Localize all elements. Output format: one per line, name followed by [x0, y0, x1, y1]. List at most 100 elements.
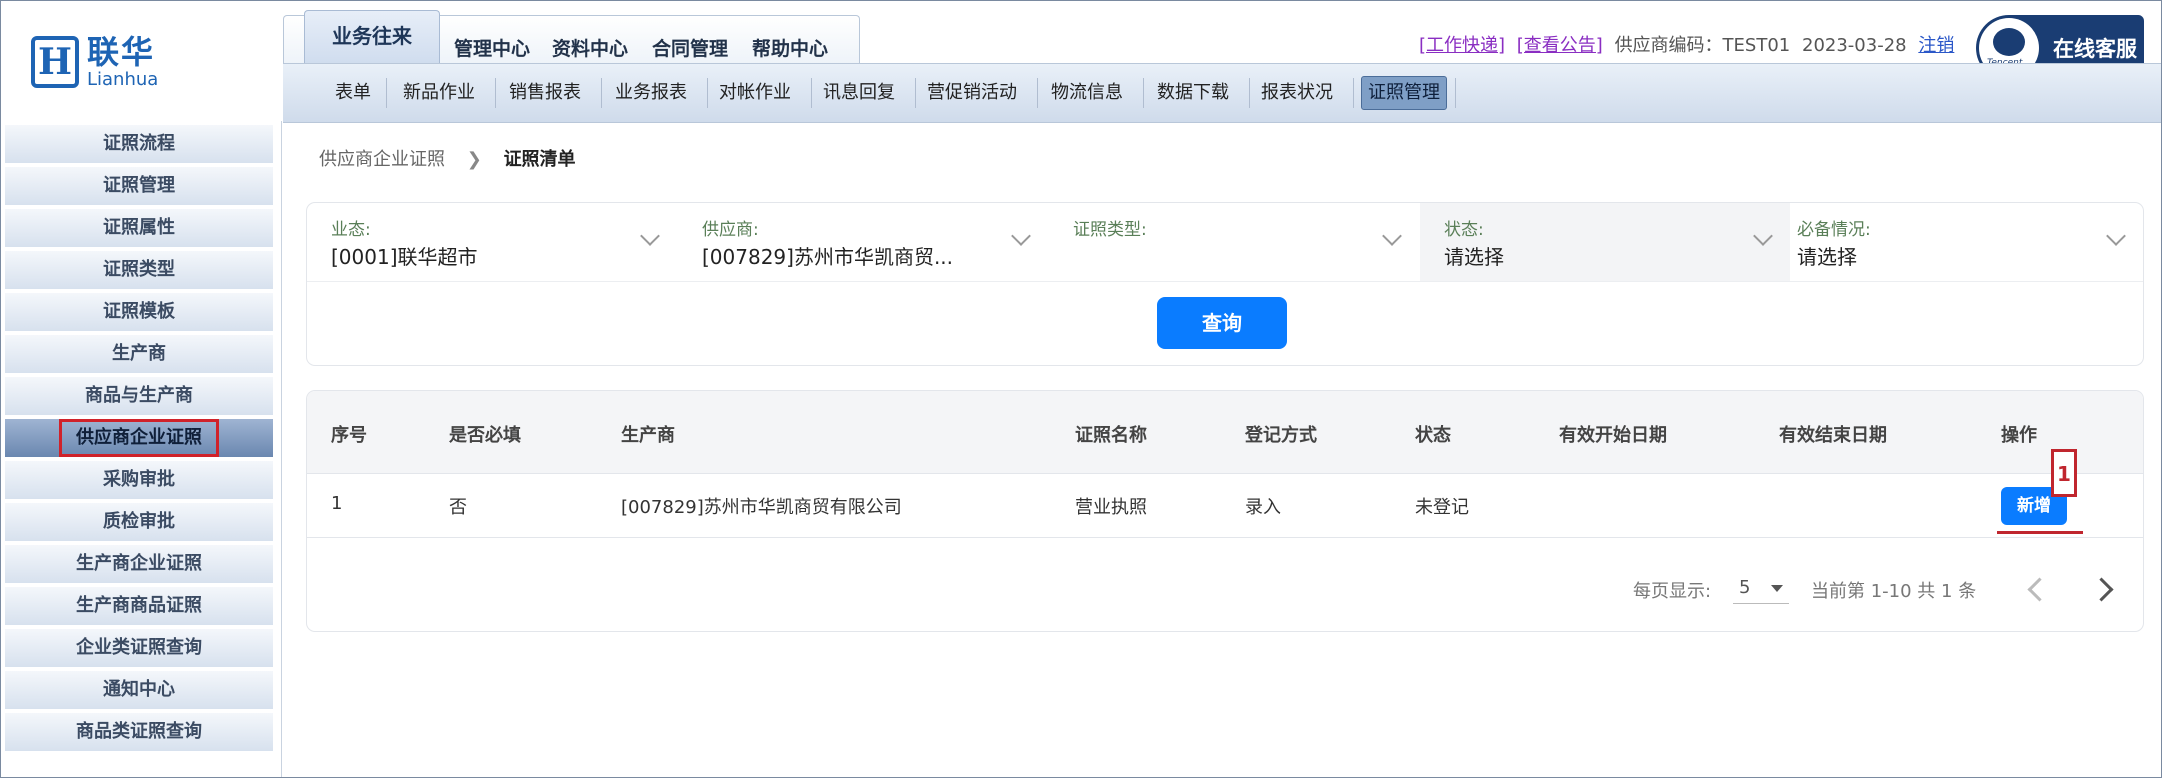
subnav-divider — [386, 78, 387, 108]
supplier-select[interactable]: 供应商: [007829]苏州市华凯商贸... — [678, 203, 1048, 281]
chevron-left-icon[interactable] — [2027, 577, 2052, 602]
subnav-logistics[interactable]: 物流信息 — [1051, 64, 1123, 122]
cell-required: 否 — [449, 497, 467, 518]
tab-business[interactable]: 业务往来 — [304, 10, 440, 65]
subnav-report-status[interactable]: 报表状况 — [1261, 64, 1333, 122]
table-row: 1 否 [007829]苏州市华凯商贸有限公司 营业执照 录入 未登记 新增 — [307, 473, 2143, 538]
view-notice-link[interactable]: [查看公告] — [1517, 35, 1603, 56]
subnav-divider — [601, 78, 602, 108]
subnav-license-management[interactable]: 证照管理 — [1361, 76, 1447, 110]
col-header-action: 操作 — [2001, 425, 2037, 446]
status-select[interactable]: 状态: 请选择 — [1420, 203, 1790, 281]
subnav-divider — [495, 78, 496, 108]
sidebar-item-manufacturer-licenses[interactable]: 生产商企业证照 — [5, 545, 273, 585]
tab-help[interactable]: 帮助中心 — [752, 34, 828, 61]
sidebar-item-enterprise-license-query[interactable]: 企业类证照查询 — [5, 629, 273, 669]
main-tabs: 业务往来 管理中心 资料中心 合同管理 帮助中心 — [283, 10, 860, 65]
chevron-down-icon — [1382, 226, 1402, 246]
field-value: [0001]联华超市 — [331, 245, 478, 269]
cell-license-name: 营业执照 — [1075, 497, 1147, 518]
cell-manufacturer: [007829]苏州市华凯商贸有限公司 — [621, 497, 902, 518]
cell-method: 录入 — [1245, 497, 1281, 518]
sidebar-item-license-flow[interactable]: 证照流程 — [5, 125, 273, 165]
subnav-divider — [1353, 78, 1354, 108]
field-label: 供应商: — [702, 220, 759, 240]
per-page-label: 每页显示: — [1633, 581, 1712, 602]
cell-status: 未登记 — [1415, 497, 1469, 518]
table-header: 序号 是否必填 生产商 证照名称 登记方式 状态 有效开始日期 有效结束日期 操… — [307, 391, 2143, 474]
required-status-select[interactable]: 必备情况: 请选择 — [1773, 203, 2143, 281]
chevron-right-icon[interactable] — [2089, 577, 2114, 602]
license-type-select[interactable]: 证照类型: — [1049, 203, 1419, 281]
sidebar-item-license-types[interactable]: 证照类型 — [5, 251, 273, 291]
sidebar-item-purchase-approval[interactable]: 采购审批 — [5, 461, 273, 501]
sidebar-item-license-management[interactable]: 证照管理 — [5, 167, 273, 207]
tab-contracts[interactable]: 合同管理 — [652, 34, 728, 61]
logo-mark: H — [31, 36, 79, 88]
per-page-value: 5 — [1739, 577, 1751, 598]
subnav-sales-report[interactable]: 销售报表 — [509, 64, 581, 122]
sidebar: 证照流程 证照管理 证照属性 证照类型 证照模板 生产商 商品与生产商 供应商企… — [1, 121, 282, 777]
field-label: 证照类型: — [1073, 220, 1147, 240]
sidebar-item-qc-approval[interactable]: 质检审批 — [5, 503, 273, 543]
breadcrumb-parent[interactable]: 供应商企业证照 — [319, 149, 445, 170]
lianhua-logo: H 联华 Lianhua — [31, 31, 181, 93]
sub-nav: 表单 新品作业 销售报表 业务报表 对帐作业 讯息回复 营促销活动 物流信息 数… — [283, 63, 2161, 123]
supplier-code: 供应商编码：TEST01 — [1614, 35, 1791, 56]
page-info: 当前第 1-10 共 1 条 — [1811, 581, 1977, 602]
tab-management[interactable]: 管理中心 — [454, 34, 530, 61]
col-header-start-date: 有效开始日期 — [1559, 425, 1667, 446]
subnav-divider — [915, 78, 916, 108]
license-table: 序号 是否必填 生产商 证照名称 登记方式 状态 有效开始日期 有效结束日期 操… — [307, 391, 2143, 631]
subnav-new-products[interactable]: 新品作业 — [403, 64, 475, 122]
sidebar-item-license-templates[interactable]: 证照模板 — [5, 293, 273, 333]
cell-no: 1 — [331, 493, 343, 514]
app-frame: H 联华 Lianhua 业务往来 管理中心 资料中心 合同管理 帮助中心 [工… — [0, 0, 2162, 778]
sidebar-item-license-attributes[interactable]: 证照属性 — [5, 209, 273, 249]
field-value: [007829]苏州市华凯商贸... — [702, 245, 954, 269]
subnav-data-download[interactable]: 数据下载 — [1157, 64, 1229, 122]
col-header-status: 状态 — [1415, 425, 1451, 446]
sidebar-item-supplier-licenses[interactable]: 供应商企业证照 — [5, 419, 273, 459]
subnav-divider — [707, 78, 708, 108]
subnav-promotions[interactable]: 营促销活动 — [927, 64, 1017, 122]
chevron-down-icon — [1753, 226, 1773, 246]
work-express-link[interactable]: [工作快递] — [1419, 35, 1505, 56]
subnav-divider — [1037, 78, 1038, 108]
field-label: 状态: — [1444, 220, 1484, 240]
annotation-marker: 1 — [2051, 449, 2077, 497]
chevron-down-icon — [2106, 226, 2126, 246]
subnav-divider — [1143, 78, 1144, 108]
filter-panel: 业态: [0001]联华超市 供应商: [007829]苏州市华凯商贸... 证… — [307, 203, 2143, 365]
divider — [307, 281, 2143, 282]
chevron-right-icon: ❯ — [466, 149, 482, 170]
sidebar-item-manufacturer-product-licenses[interactable]: 生产商商品证照 — [5, 587, 273, 627]
header-info: [工作快递] [查看公告] 供应商编码：TEST01 2023-03-28 注销 — [1419, 31, 1960, 57]
field-label: 业态: — [331, 220, 371, 240]
breadcrumb: 供应商企业证照 ❯ 证照清单 — [319, 145, 576, 171]
subnav-message-reply[interactable]: 讯息回复 — [823, 64, 895, 122]
logo-cn: 联华 — [87, 33, 156, 71]
logo-text: 联华 Lianhua — [87, 34, 158, 90]
tab-resources[interactable]: 资料中心 — [552, 34, 628, 61]
subnav-reconciliation[interactable]: 对帐作业 — [719, 64, 791, 122]
per-page-select[interactable]: 5 — [1733, 571, 1789, 604]
subnav-forms[interactable]: 表单 — [335, 64, 371, 122]
sidebar-item-manufacturers[interactable]: 生产商 — [5, 335, 273, 375]
annotation-underline — [1997, 531, 2083, 534]
field-label: 必备情况: — [1797, 220, 1871, 240]
subnav-divider — [811, 78, 812, 108]
subnav-business-report[interactable]: 业务报表 — [615, 64, 687, 122]
subnav-divider — [1249, 78, 1250, 108]
col-header-no: 序号 — [331, 425, 367, 446]
col-header-license-name: 证照名称 — [1075, 425, 1147, 446]
chevron-down-icon — [1011, 226, 1031, 246]
business-type-select[interactable]: 业态: [0001]联华超市 — [307, 203, 677, 281]
col-header-method: 登记方式 — [1245, 425, 1317, 446]
sidebar-item-notification-center[interactable]: 通知中心 — [5, 671, 273, 711]
current-date: 2023-03-28 — [1802, 35, 1907, 56]
sidebar-item-products-manufacturers[interactable]: 商品与生产商 — [5, 377, 273, 417]
sidebar-item-product-license-query[interactable]: 商品类证照查询 — [5, 713, 273, 753]
query-button[interactable]: 查询 — [1157, 297, 1287, 349]
logout-link[interactable]: 注销 — [1918, 35, 1954, 56]
